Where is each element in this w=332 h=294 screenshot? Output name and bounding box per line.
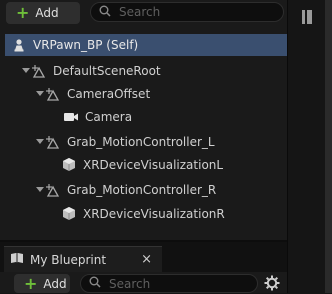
component-row-xrdevicevisualization-l[interactable]: XRDeviceVisualizationL	[5, 154, 287, 176]
component-search-input[interactable]	[117, 4, 283, 20]
adjacent-panel	[287, 0, 332, 293]
plus-icon: +	[16, 3, 30, 22]
static-mesh-icon	[61, 157, 77, 173]
scene-component-icon	[45, 86, 61, 102]
expand-arrow-icon[interactable]	[35, 91, 45, 97]
my-blueprint-tabbar: My Blueprint ×	[0, 242, 287, 272]
motion-controller-icon	[45, 182, 61, 198]
expand-arrow-icon[interactable]	[35, 187, 45, 193]
expand-arrow-icon[interactable]	[35, 139, 45, 145]
blueprint-book-icon	[10, 252, 24, 267]
panel-toggle-icon[interactable]	[302, 10, 312, 27]
blueprint-search[interactable]	[80, 274, 261, 293]
motion-controller-icon	[45, 134, 61, 150]
add-blueprint-member-button[interactable]: + Add	[14, 274, 70, 293]
component-label: Grab_MotionController_L	[67, 135, 215, 149]
component-label: CameraOffset	[67, 87, 151, 101]
static-mesh-icon	[61, 206, 77, 222]
expand-arrow-icon[interactable]	[21, 68, 31, 74]
component-label: DefaultSceneRoot	[53, 64, 161, 78]
component-label: XRDeviceVisualizationR	[83, 207, 225, 221]
component-row-camera[interactable]: Camera	[5, 106, 287, 128]
component-label: Grab_MotionController_R	[67, 183, 217, 197]
component-row-grab-motioncontroller-r[interactable]: Grab_MotionController_R	[5, 179, 287, 201]
component-label: Camera	[85, 110, 133, 124]
component-row-defaultsceneroot[interactable]: DefaultSceneRoot	[5, 60, 287, 82]
blueprint-search-input[interactable]	[107, 275, 261, 292]
close-icon[interactable]: ×	[141, 252, 152, 267]
component-label: VRPawn_BP (Self)	[33, 38, 139, 52]
my-blueprint-toolbar: + Add	[0, 272, 287, 293]
add-button-label: Add	[43, 276, 67, 291]
component-row-xrdevicevisualization-r[interactable]: XRDeviceVisualizationR	[5, 203, 287, 225]
components-panel: + Add VRPawn_BP (Self) DefaultSceneRoot	[0, 0, 287, 293]
component-search[interactable]	[90, 2, 284, 22]
components-toolbar: + Add	[0, 0, 287, 26]
component-row-vrpawn[interactable]: VRPawn_BP (Self)	[5, 34, 287, 56]
add-component-button[interactable]: + Add	[6, 2, 80, 24]
tab-label: My Blueprint	[30, 252, 107, 267]
search-icon	[99, 5, 111, 20]
component-label: XRDeviceVisualizationL	[83, 158, 224, 172]
pawn-icon	[11, 37, 27, 53]
camera-icon	[63, 109, 79, 125]
add-button-label: Add	[35, 6, 59, 20]
search-icon	[89, 276, 101, 291]
plus-icon: +	[24, 273, 38, 293]
scene-root-icon	[31, 63, 47, 79]
scrollbar[interactable]	[325, 0, 332, 293]
component-row-cameraoffset[interactable]: CameraOffset	[5, 83, 287, 105]
tab-my-blueprint[interactable]: My Blueprint ×	[4, 246, 162, 272]
component-row-grab-motioncontroller-l[interactable]: Grab_MotionController_L	[5, 131, 287, 153]
gear-icon[interactable]	[264, 275, 280, 294]
